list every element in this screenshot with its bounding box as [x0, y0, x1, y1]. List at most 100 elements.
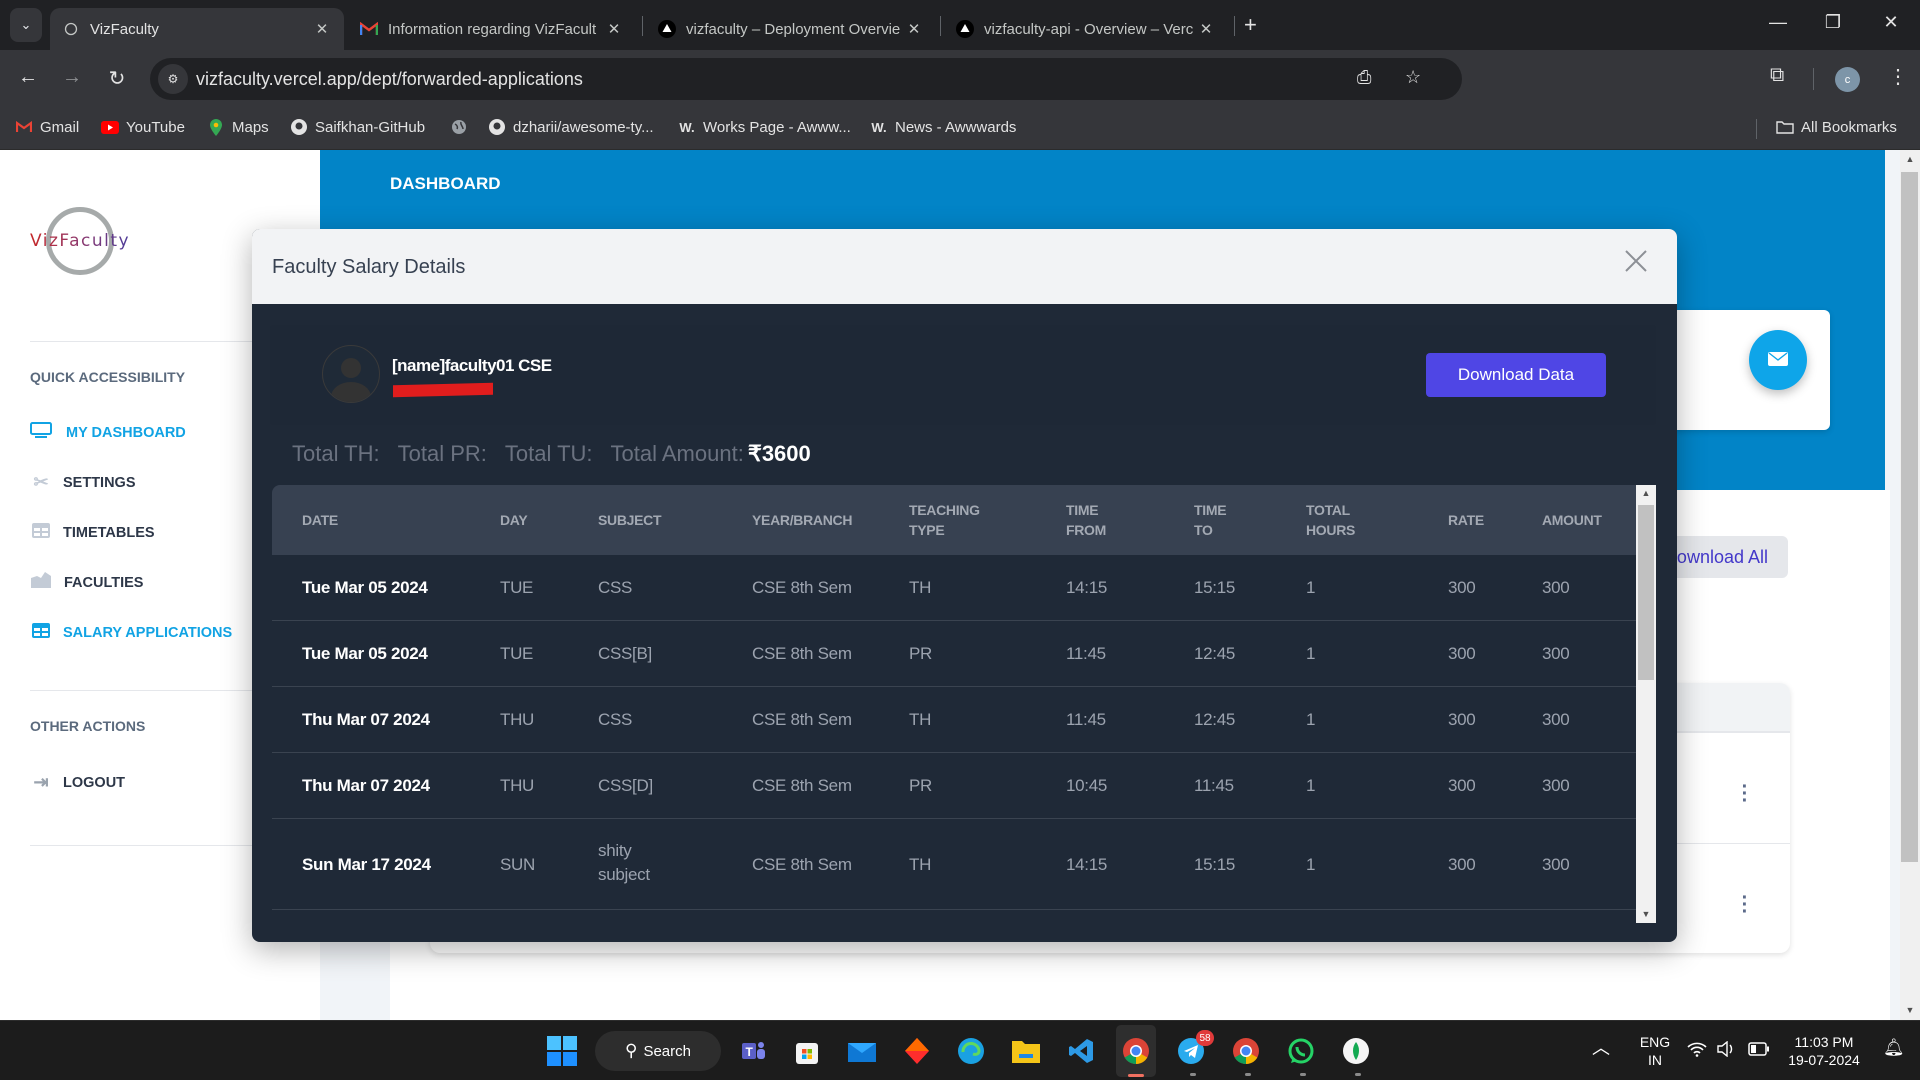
- scroll-down-arrow[interactable]: ▼: [1636, 909, 1656, 919]
- sidebar-item-my-dashboard[interactable]: MY DASHBOARD: [30, 422, 186, 443]
- scroll-down-arrow[interactable]: ▼: [1900, 1005, 1920, 1015]
- active-app-indicator: [1128, 1074, 1144, 1077]
- minimize-button[interactable]: —: [1763, 12, 1793, 33]
- close-tab-icon[interactable]: ✕: [1196, 20, 1216, 38]
- app-diamond-icon[interactable]: [899, 1033, 935, 1069]
- mail-icon[interactable]: [844, 1033, 880, 1069]
- cell-subject: CSS: [598, 710, 633, 729]
- close-window-button[interactable]: ✕: [1876, 12, 1906, 33]
- show-hidden-icons-chevron[interactable]: ︿: [1592, 1039, 1610, 1057]
- tab-search-dropdown[interactable]: ⌄: [10, 8, 42, 42]
- all-bookmarks-button[interactable]: All Bookmarks: [1776, 118, 1897, 136]
- salary-table-header: DATE DAY SUBJECT YEAR/BRANCH TEACHING TY…: [272, 485, 1636, 555]
- tab-gmail[interactable]: Information regarding VizFacult ✕: [348, 8, 636, 50]
- monitor-icon: [30, 422, 52, 443]
- bookmark-youtube[interactable]: YouTube: [101, 118, 185, 136]
- bookmark-maps[interactable]: Maps: [207, 118, 269, 136]
- new-tab-button[interactable]: +: [1244, 12, 1257, 38]
- close-tab-icon[interactable]: ✕: [604, 20, 624, 38]
- column-header-time-from: TIME FROM: [1066, 502, 1107, 538]
- clock[interactable]: 11:03 PM 19-07-2024: [1784, 1033, 1864, 1069]
- cell-year-branch: CSE 8th Sem: [752, 776, 852, 795]
- vscode-icon[interactable]: [1063, 1033, 1099, 1069]
- column-header-date: DATE: [302, 512, 338, 528]
- chrome-icon[interactable]: [1118, 1033, 1154, 1069]
- restore-button[interactable]: ❐: [1818, 12, 1848, 33]
- tab-vizfaculty[interactable]: VizFaculty ✕: [50, 8, 344, 50]
- cell-total-hours: 1: [1306, 854, 1316, 874]
- profile-avatar[interactable]: c: [1835, 67, 1860, 92]
- teams-icon[interactable]: T: [735, 1033, 771, 1069]
- cell-time-from: 11:45: [1066, 644, 1106, 663]
- bookmark-works-page[interactable]: W. Works Page - Awww...: [678, 118, 850, 136]
- bookmark-dzharii-github[interactable]: dzharii/awesome-ty...: [488, 118, 654, 136]
- sidebar-item-salary-applications[interactable]: SALARY APPLICATIONS: [30, 622, 232, 643]
- row-actions-kebab-icon[interactable]: · · ·: [1740, 888, 1750, 922]
- close-tab-icon[interactable]: ✕: [312, 20, 332, 38]
- cell-time-to: 12:45: [1194, 644, 1236, 663]
- totals-summary: Total TH: Total PR: Total TU: Total Amou…: [292, 441, 829, 467]
- volume-icon[interactable]: [1716, 1040, 1736, 1061]
- whatsapp-icon[interactable]: [1283, 1033, 1319, 1069]
- search-icon: ⚲: [625, 1041, 638, 1060]
- wifi-icon[interactable]: [1687, 1041, 1707, 1061]
- table-row: Tue Mar 05 2024 TUE CSS[B] CSE 8th Sem PR 11:…: [272, 621, 1636, 687]
- page-title: DASHBOARD: [390, 174, 501, 193]
- sidebar-item-faculties[interactable]: FACULTIES: [30, 572, 143, 593]
- mongodb-compass-icon[interactable]: [1338, 1033, 1374, 1069]
- cell-teaching-type: PR: [909, 776, 933, 795]
- bookmark-gmail[interactable]: Gmail: [15, 118, 79, 136]
- page-scrollbar[interactable]: ▲ ▼: [1900, 150, 1920, 1020]
- back-button[interactable]: ←: [14, 66, 42, 89]
- notifications-bell-icon[interactable]: 🔔︎: [1883, 1039, 1905, 1057]
- scroll-up-arrow[interactable]: ▲: [1900, 154, 1920, 164]
- table-icon: [30, 522, 52, 543]
- chrome-profile-icon[interactable]: [1228, 1033, 1264, 1069]
- language-indicator[interactable]: ENG IN: [1635, 1033, 1675, 1069]
- taskbar-search[interactable]: ⚲ Search: [595, 1031, 721, 1071]
- scroll-thumb[interactable]: [1901, 172, 1918, 862]
- table-scrollbar[interactable]: ▲ ▼: [1636, 485, 1656, 923]
- forward-button[interactable]: →: [58, 66, 86, 89]
- scroll-up-arrow[interactable]: ▲: [1636, 488, 1656, 498]
- cell-time-to: 15:15: [1194, 578, 1236, 597]
- mail-button[interactable]: [1749, 330, 1807, 390]
- total-amount-value: ₹3600: [747, 441, 811, 466]
- cell-teaching-type: PR: [909, 644, 933, 663]
- cell-rate: 300: [1448, 776, 1476, 795]
- address-bar[interactable]: ⚙ vizfaculty.vercel.app/dept/forwarded-a…: [150, 58, 1462, 100]
- reload-button[interactable]: ↻: [103, 66, 131, 91]
- cell-time-to: 11:45: [1194, 776, 1234, 795]
- site-info-icon[interactable]: ⚙: [158, 64, 188, 94]
- sidebar-item-timetables[interactable]: TIMETABLES: [30, 522, 155, 543]
- cell-date: Thu Mar 07 2024: [302, 776, 430, 795]
- install-app-icon[interactable]: ⎙: [1357, 67, 1371, 88]
- bookmark-saifkhan-github[interactable]: Saifkhan-GitHub: [290, 118, 425, 136]
- cell-subject: shity subject: [598, 841, 650, 884]
- vizfaculty-logo[interactable]: VizFaculty: [30, 207, 140, 277]
- bookmark-globe[interactable]: [450, 118, 475, 136]
- github-icon: [488, 118, 506, 136]
- cell-total-hours: 1: [1306, 644, 1316, 663]
- start-button[interactable]: [544, 1033, 580, 1069]
- battery-icon[interactable]: [1748, 1042, 1770, 1060]
- tab-vercel-api[interactable]: vizfaculty-api - Overview – Verc ✕: [944, 8, 1228, 50]
- close-tab-icon[interactable]: ✕: [904, 20, 924, 38]
- row-actions-kebab-icon[interactable]: · · ·: [1740, 777, 1750, 811]
- scroll-thumb[interactable]: [1638, 505, 1654, 680]
- file-explorer-icon[interactable]: [1008, 1033, 1044, 1069]
- menu-kebab-icon[interactable]: ⋮: [1888, 64, 1908, 89]
- close-modal-button[interactable]: [1624, 247, 1648, 281]
- edge-icon[interactable]: [953, 1033, 989, 1069]
- download-data-button[interactable]: Download Data: [1426, 353, 1606, 397]
- tab-vercel-deployment[interactable]: vizfaculty – Deployment Overvie ✕: [646, 8, 936, 50]
- microsoft-store-icon[interactable]: [789, 1033, 825, 1069]
- sidebar-item-settings[interactable]: ✂ SETTINGS: [30, 472, 135, 493]
- url-text[interactable]: vizfaculty.vercel.app/dept/forwarded-app…: [196, 69, 583, 90]
- sidebar-item-logout[interactable]: ⇥ LOGOUT: [30, 772, 125, 793]
- bookmark-star-icon[interactable]: ☆: [1405, 67, 1421, 88]
- cell-teaching-type: TH: [909, 578, 932, 597]
- cell-subject: CSS: [598, 578, 633, 597]
- bookmark-news-awwwards[interactable]: W. News - Awwwards: [870, 118, 1016, 136]
- extensions-icon[interactable]: ⧉: [1770, 64, 1784, 87]
